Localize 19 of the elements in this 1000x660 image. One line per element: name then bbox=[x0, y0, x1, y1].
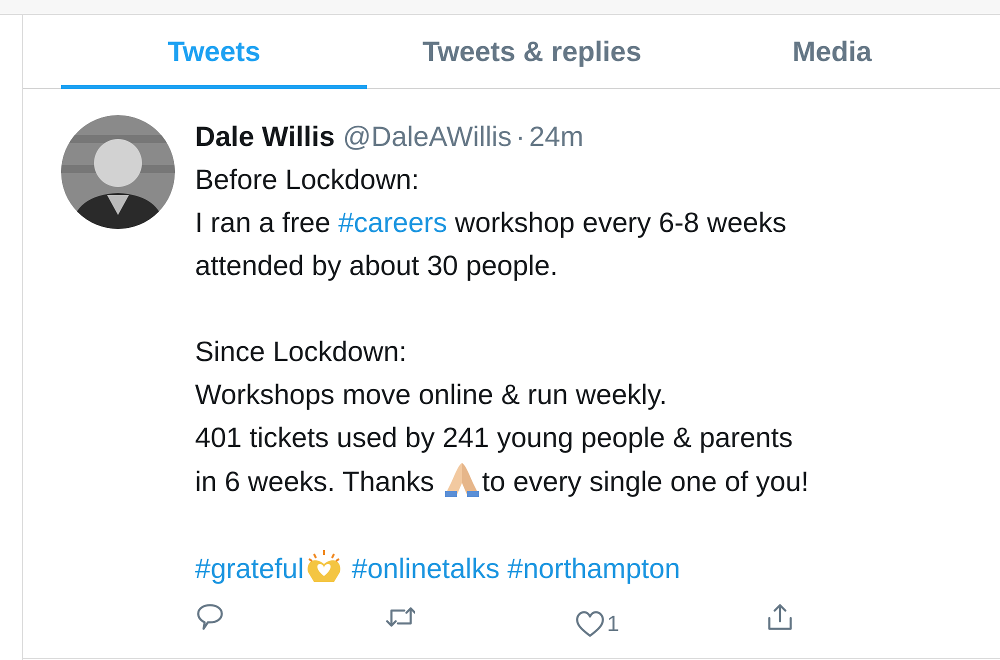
tab[interactable]: Media bbox=[792, 15, 872, 89]
hashtag-link[interactable]: #careers bbox=[338, 207, 448, 238]
separator-dot: · bbox=[516, 120, 526, 154]
hashtag-link[interactable]: #onlinetalks bbox=[352, 553, 500, 584]
tab[interactable]: Tweets & replies bbox=[422, 15, 642, 89]
user-name[interactable]: Dale Willis bbox=[195, 115, 335, 158]
tweet-text: Since Lockdown: Workshops move online & run weekly. 401 tickets used by 241 young people & parents in 6 weeks. Thanks to every single one of you! bbox=[195, 335, 809, 501]
hashtag-link[interactable]: #northampton bbox=[507, 553, 680, 584]
tab[interactable]: Tweets bbox=[61, 15, 367, 89]
share-icon bbox=[765, 602, 795, 632]
reply-button[interactable] bbox=[195, 602, 225, 632]
like-button[interactable]: 1 bbox=[575, 602, 620, 645]
tweet-text: Before Lockdown: I ran a free #careers workshop every 6-8 weeks attended by about 30 people. bbox=[195, 163, 788, 283]
user-handle[interactable]: @DaleAWillis bbox=[342, 115, 512, 158]
share-button[interactable] bbox=[765, 602, 795, 632]
tweet-time[interactable]: 24m bbox=[529, 115, 584, 158]
hashtag-link[interactable]: #grateful bbox=[195, 553, 304, 584]
heart-icon bbox=[575, 608, 605, 638]
reply-icon bbox=[195, 602, 225, 632]
